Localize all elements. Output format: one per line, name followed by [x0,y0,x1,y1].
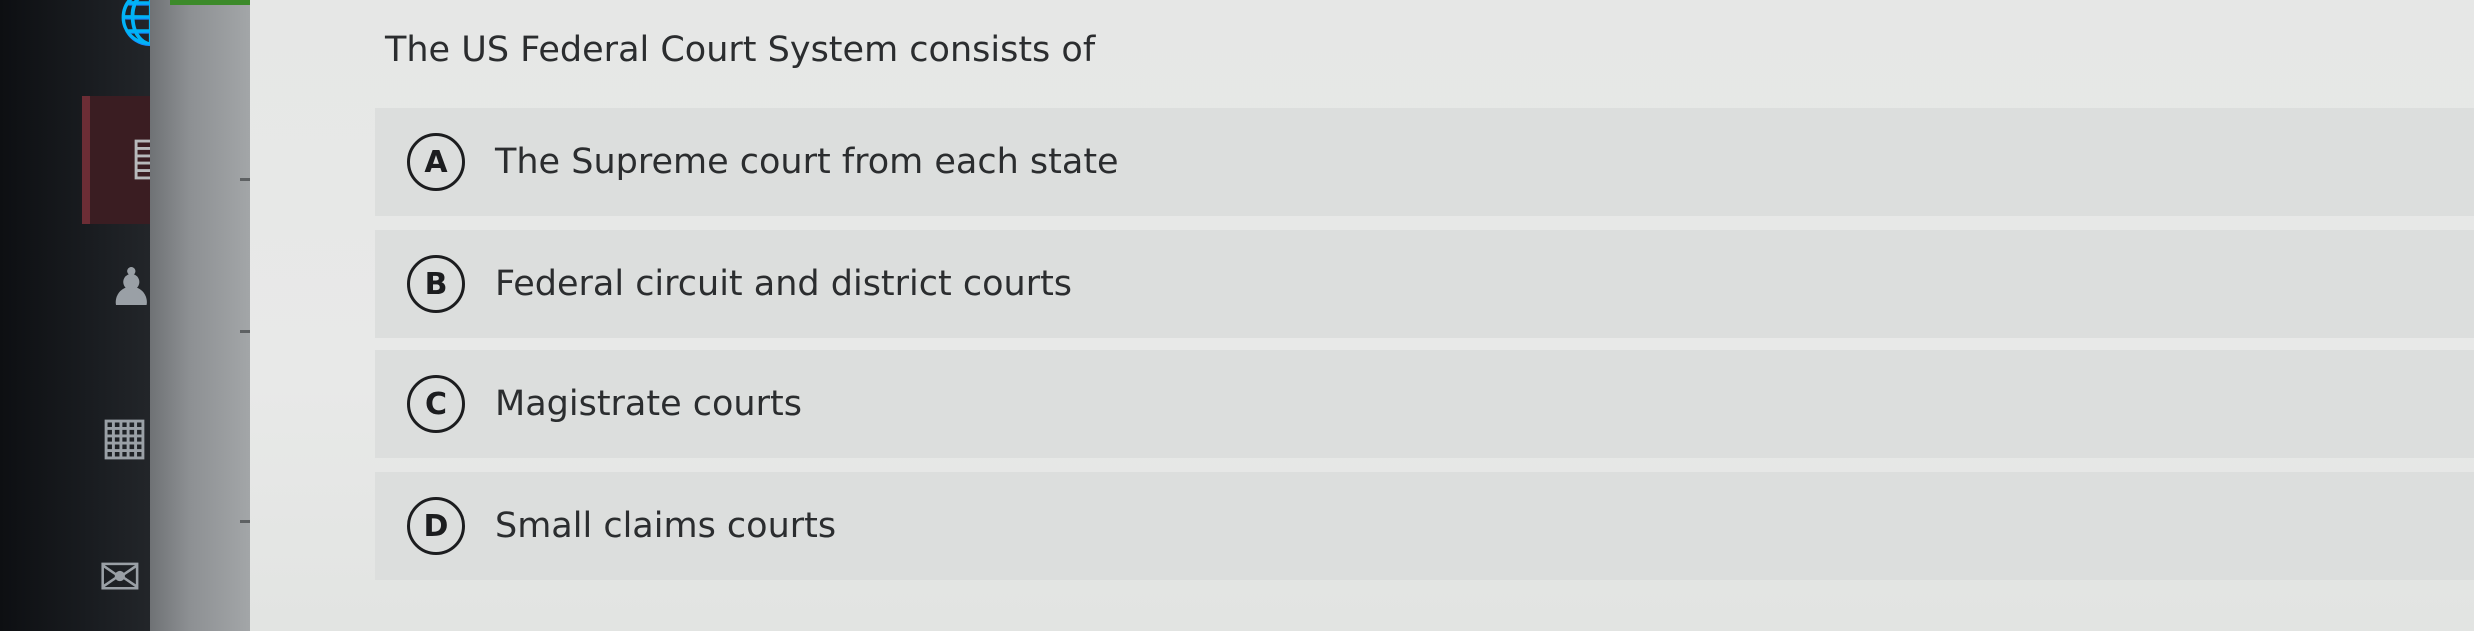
question-panel: The US Federal Court System consists of … [250,0,2474,631]
option-d[interactable]: D Small claims courts [375,472,2474,580]
option-b-letter: B [407,255,465,313]
option-b-text: Federal circuit and district courts [495,264,1073,304]
option-a-text: The Supreme court from each state [495,142,1119,182]
option-c-text: Magistrate courts [495,384,802,424]
panel-divider [150,0,250,631]
option-b[interactable]: B Federal circuit and district courts [375,230,2474,338]
option-a-letter: A [407,133,465,191]
option-c-letter: C [407,375,465,433]
option-a[interactable]: A The Supreme court from each state [375,108,2474,216]
left-nav-rail: 🌐 ▤ ♟ ▦ ✉ [0,0,183,631]
option-d-text: Small claims courts [495,506,837,546]
mail-icon[interactable]: ✉ [98,552,142,604]
option-c[interactable]: C Magistrate courts [375,350,2474,458]
question-text: The US Federal Court System consists of [385,30,1096,70]
people-icon[interactable]: ♟ [108,262,155,314]
option-d-letter: D [407,497,465,555]
calendar-icon[interactable]: ▦ [100,410,149,462]
